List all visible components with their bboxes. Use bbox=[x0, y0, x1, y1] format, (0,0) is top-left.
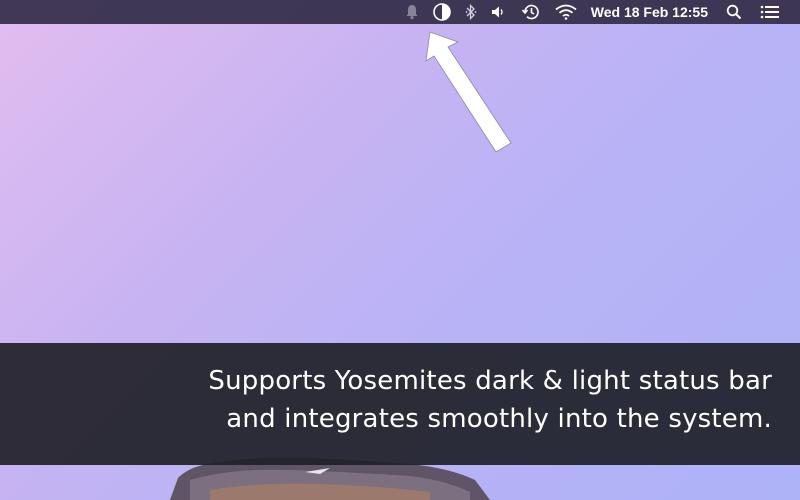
list-icon[interactable] bbox=[760, 0, 780, 24]
search-icon[interactable] bbox=[726, 0, 742, 24]
time-machine-icon[interactable] bbox=[521, 0, 541, 24]
contrast-icon[interactable] bbox=[432, 0, 451, 24]
caption-line-1: Supports Yosemites dark & light status b… bbox=[208, 366, 772, 396]
menu-bar: Wed 18 Feb 12:55 bbox=[0, 0, 800, 24]
bell-icon[interactable] bbox=[405, 0, 419, 24]
wifi-icon[interactable] bbox=[555, 0, 577, 24]
caption-banner: Supports Yosemites dark & light status b… bbox=[0, 343, 800, 465]
pointer-arrow bbox=[425, 31, 512, 153]
caption-line-2: and integrates smoothly into the system. bbox=[226, 404, 772, 434]
bluetooth-icon[interactable] bbox=[465, 0, 477, 24]
volume-icon[interactable] bbox=[491, 0, 507, 24]
menu-clock[interactable]: Wed 18 Feb 12:55 bbox=[591, 0, 708, 24]
caption-text: Supports Yosemites dark & light status b… bbox=[208, 362, 772, 438]
